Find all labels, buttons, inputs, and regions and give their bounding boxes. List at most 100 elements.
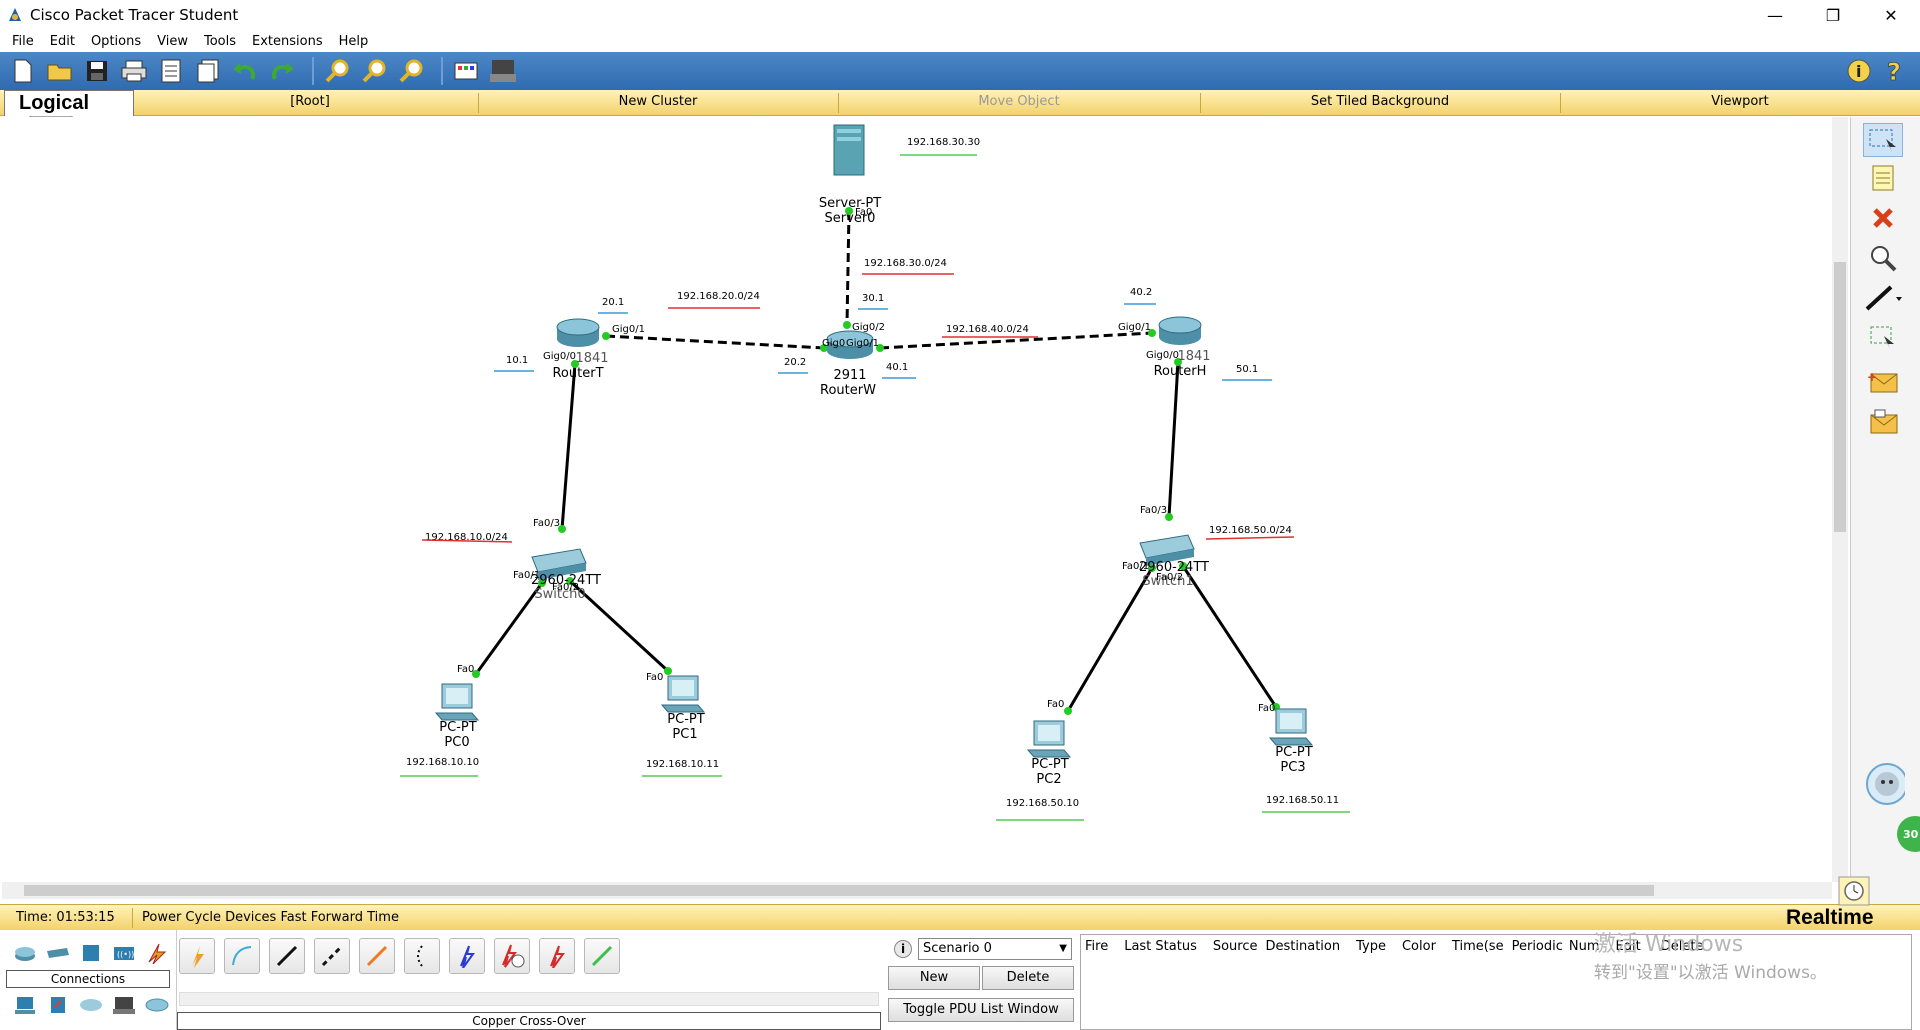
menu-help[interactable]: Help — [339, 34, 369, 49]
menu-edit[interactable]: Edit — [50, 34, 75, 49]
scenario-info-icon[interactable]: i — [894, 940, 912, 958]
activity-wizard-icon[interactable] — [156, 56, 186, 86]
column-periodic[interactable]: Periodic — [1512, 939, 1563, 954]
device-category-label: Connections — [6, 970, 170, 988]
menu-file[interactable]: File — [12, 34, 34, 49]
set-tiled-background-button[interactable]: Set Tiled Background — [1202, 94, 1558, 109]
routerh-device[interactable]: 1841 RouterH — [1154, 316, 1211, 379]
save-icon[interactable] — [82, 56, 112, 86]
security-category-icon[interactable] — [45, 994, 71, 1016]
selected-cable-label: Copper Cross-Over — [177, 1012, 881, 1030]
column-time[interactable]: Time(se — [1452, 939, 1504, 954]
add-simple-pdu-icon[interactable]: + — [1863, 365, 1903, 399]
add-complex-pdu-icon[interactable] — [1863, 405, 1903, 439]
pc3-device[interactable]: PC-PT PC3 — [1268, 708, 1314, 775]
multiuser-category-icon[interactable] — [144, 994, 170, 1016]
host-label-30-1: 30.1 — [862, 293, 884, 304]
zoom-out-icon[interactable] — [396, 56, 426, 86]
column-destination[interactable]: Destination — [1266, 939, 1341, 954]
canvas-horizontal-scrollbar[interactable] — [2, 882, 1832, 899]
wan-emulation-category-icon[interactable] — [78, 994, 104, 1016]
print-icon[interactable] — [119, 56, 149, 86]
svg-text:?: ? — [1887, 58, 1901, 84]
inspect-tool-icon[interactable] — [1863, 241, 1903, 275]
menu-tools[interactable]: Tools — [204, 34, 236, 49]
copper-straight-through-icon[interactable] — [269, 938, 305, 974]
root-button[interactable]: [Root] — [140, 94, 480, 109]
switch1-port-fa02: Fa0/2 — [1156, 572, 1183, 583]
new-scenario-button[interactable]: New — [888, 966, 980, 990]
automatic-connection-icon[interactable] — [179, 938, 215, 974]
phone-cable-icon[interactable] — [404, 938, 440, 974]
cable-selection-panel: Copper Cross-Over — [176, 930, 881, 1030]
link-switch1-pc3 — [1181, 565, 1278, 708]
maximize-button[interactable]: ❐ — [1804, 0, 1862, 30]
pc2-device[interactable]: PC-PT PC2 — [1026, 720, 1072, 787]
info-icon[interactable]: i — [1844, 56, 1874, 86]
connections-category-icon[interactable] — [144, 942, 170, 964]
column-type[interactable]: Type — [1356, 939, 1386, 954]
vertical-scroll-thumb[interactable] — [1834, 262, 1846, 532]
menu-options[interactable]: Options — [91, 34, 141, 49]
scenario-select-value: Scenario 0 — [923, 941, 992, 956]
menu-view[interactable]: View — [157, 34, 188, 49]
scenario-select[interactable]: Scenario 0 ▼ — [918, 938, 1072, 960]
draw-line-tool-icon[interactable] — [1863, 281, 1903, 315]
select-tool-icon[interactable] — [1863, 123, 1903, 157]
pc1-device[interactable]: PC-PT PC1 — [660, 675, 706, 742]
new-file-icon[interactable] — [8, 56, 38, 86]
help-icon[interactable]: ? — [1880, 56, 1910, 86]
resize-shape-tool-icon[interactable] — [1863, 321, 1903, 355]
horizontal-scroll-thumb[interactable] — [24, 885, 1654, 896]
minimize-button[interactable]: — — [1746, 0, 1804, 30]
serial-dce-icon[interactable] — [494, 938, 530, 974]
move-object-button[interactable]: Move Object — [840, 94, 1198, 109]
undo-icon[interactable] — [230, 56, 260, 86]
copper-cross-over-icon[interactable] — [314, 938, 350, 974]
open-folder-icon[interactable] — [45, 56, 75, 86]
link-server0-routerw — [845, 210, 851, 326]
copy-icon[interactable] — [193, 56, 223, 86]
wireless-category-icon[interactable]: ((•)) — [111, 942, 137, 964]
switch0-device[interactable]: 2960-24TT Switch0 — [531, 548, 601, 602]
toggle-pdu-list-button[interactable]: Toggle PDU List Window — [888, 998, 1074, 1022]
new-cluster-button[interactable]: New Cluster — [480, 94, 836, 109]
canvas-vertical-scrollbar[interactable] — [1832, 117, 1848, 882]
zoom-in-icon[interactable] — [322, 56, 352, 86]
column-color[interactable]: Color — [1402, 939, 1436, 954]
custom-devices-category-icon[interactable] — [111, 994, 137, 1016]
serial-dte-icon[interactable] — [539, 938, 575, 974]
close-button[interactable]: ✕ — [1862, 0, 1920, 30]
fiber-cable-icon[interactable] — [359, 938, 395, 974]
note-tool-icon[interactable] — [1863, 161, 1903, 195]
console-cable-icon[interactable] — [224, 938, 260, 974]
custom-device-icon[interactable] — [488, 56, 518, 86]
cable-list-scrollbar[interactable] — [179, 992, 879, 1006]
switches-category-icon[interactable] — [45, 942, 71, 964]
redo-icon[interactable] — [267, 56, 297, 86]
coaxial-cable-icon[interactable] — [449, 938, 485, 974]
routert-device[interactable]: 1841 RouterT — [552, 318, 609, 381]
assistant-avatar-icon[interactable] — [1865, 763, 1905, 805]
palette-icon[interactable] — [451, 56, 481, 86]
column-last-status[interactable]: Last Status — [1124, 939, 1197, 954]
power-cycle-fast-forward[interactable]: Power Cycle Devices Fast Forward Time — [142, 910, 399, 925]
pc0-device[interactable]: PC-PT PC0 — [434, 683, 480, 750]
column-fire[interactable]: Fire — [1085, 939, 1108, 954]
column-source[interactable]: Source — [1213, 939, 1258, 954]
delete-scenario-button[interactable]: Delete — [982, 966, 1074, 990]
network-note-50-underline — [1205, 536, 1295, 540]
octal-cable-icon[interactable] — [584, 938, 620, 974]
menu-extensions[interactable]: Extensions — [252, 34, 323, 49]
logical-workspace-canvas[interactable]: Server-PT Server0 Fa0 192.168.30.30 1841… — [2, 117, 1832, 882]
logical-tab[interactable]: Logical — [4, 90, 134, 116]
zoom-reset-icon[interactable] — [359, 56, 389, 86]
delete-tool-icon[interactable] — [1863, 201, 1903, 235]
realtime-mode-label[interactable]: Realtime — [1786, 906, 1874, 930]
pdu-table-header: Fire Last Status Source Destination Type… — [1081, 935, 1911, 954]
viewport-button[interactable]: Viewport — [1562, 94, 1918, 109]
hubs-category-icon[interactable] — [78, 942, 104, 964]
end-devices-category-icon[interactable] — [12, 994, 38, 1016]
routers-category-icon[interactable] — [12, 942, 38, 964]
realtime-clock-icon[interactable] — [1838, 876, 1870, 906]
